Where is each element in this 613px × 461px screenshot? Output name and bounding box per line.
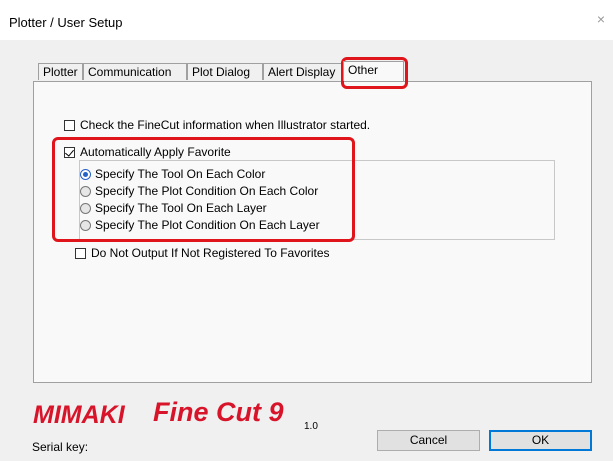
cancel-button[interactable]: Cancel: [377, 430, 480, 451]
version-label: 1.0: [304, 421, 318, 432]
ok-button[interactable]: OK: [489, 430, 592, 451]
window-title: Plotter / User Setup: [9, 15, 123, 30]
tab-communication[interactable]: Communication: [83, 63, 187, 80]
do-not-output-label: Do Not Output If Not Registered To Favor…: [91, 246, 330, 260]
tab-other[interactable]: Other: [343, 61, 404, 81]
serial-key-label: Serial key:: [32, 440, 89, 454]
highlight-auto-apply-group: [52, 137, 355, 242]
check-finecut-label: Check the FineCut information when Illus…: [80, 118, 371, 132]
do-not-output-checkbox[interactable]: [75, 248, 86, 259]
mimaki-logo: MIMAKI: [33, 401, 125, 429]
finecut-logo: Fine Cut 9: [153, 397, 284, 427]
close-icon[interactable]: ×: [597, 11, 605, 27]
tab-alert-display[interactable]: Alert Display: [263, 63, 343, 80]
check-finecut-checkbox[interactable]: [64, 120, 75, 131]
tab-plot-dialog[interactable]: Plot Dialog: [187, 63, 263, 80]
tab-plotter[interactable]: Plotter: [38, 63, 83, 80]
title-bar: Plotter / User Setup ×: [0, 0, 613, 40]
